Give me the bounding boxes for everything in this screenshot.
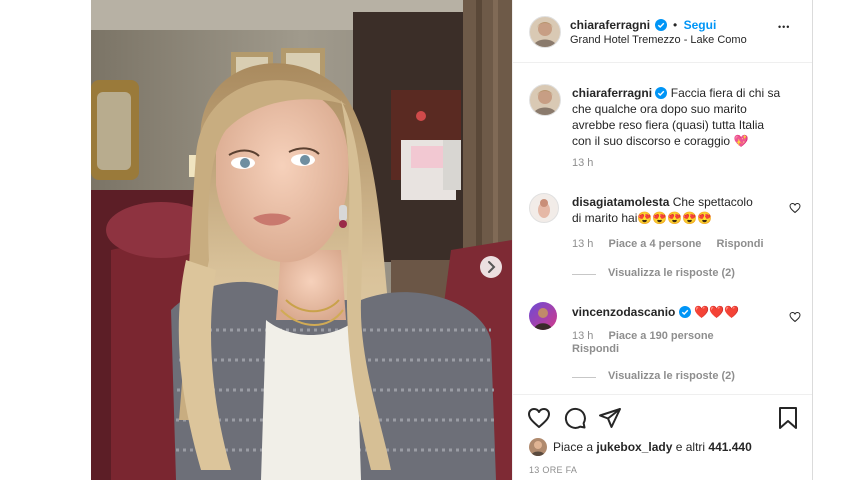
like-heart-icon[interactable]	[527, 406, 551, 430]
likes-user-link[interactable]: jukebox_lady	[596, 440, 672, 454]
likes-suffix: e altri	[672, 440, 709, 454]
verified-badge-icon	[654, 19, 667, 31]
comment-likes-link[interactable]: Piace a 4 persone	[608, 238, 701, 250]
likes-summary: Piace a jukebox_lady e altri 441.440	[553, 440, 752, 454]
comment-text-line-1: Che spettacolo	[672, 195, 753, 209]
comment-time: 13 h	[572, 330, 594, 342]
author-avatar[interactable]	[529, 16, 561, 48]
post-location[interactable]: Grand Hotel Tremezzo - Lake Como	[570, 34, 747, 46]
share-paper-plane-icon[interactable]	[598, 406, 622, 430]
replies-divider	[572, 377, 596, 378]
verified-badge-icon	[678, 306, 691, 318]
comment-like-heart-icon[interactable]	[789, 311, 801, 323]
liker-avatar[interactable]	[529, 438, 547, 456]
author-username[interactable]: chiaraferragni	[570, 18, 650, 32]
follow-button[interactable]: Segui	[684, 18, 717, 32]
comment-avatar[interactable]	[529, 193, 559, 223]
comment-username[interactable]: vincenzodascanio	[572, 305, 675, 319]
caption-line-2: che qualche ora dopo suo marito	[572, 102, 747, 116]
liker-avatar-image	[531, 441, 545, 456]
author-avatar-image	[533, 22, 557, 47]
caption-line-3: avrebbe reso fiera (quasi) tutta Italia	[572, 118, 765, 132]
caption-line-4: con il suo discorso e coraggio	[572, 134, 731, 148]
comment-text-line-1: ❤️❤️❤️	[694, 305, 739, 319]
comment-item: disagiatamolesta Che spettacolo di marit…	[572, 194, 792, 281]
view-replies-button[interactable]: Visualizza le risposte (2)	[608, 267, 735, 279]
view-replies-button[interactable]: Visualizza le risposte (2)	[608, 370, 735, 382]
replies-divider	[572, 274, 596, 275]
action-bar: Piace a jukebox_lady e altri 441.440 13 …	[513, 394, 813, 481]
modal-right-edge	[812, 0, 813, 480]
comment-time: 13 h	[572, 238, 594, 250]
comment-like-heart-icon[interactable]	[789, 202, 801, 214]
post-photo-image	[91, 0, 512, 480]
caption: chiaraferragni Faccia fiera di chi sa ch…	[572, 85, 808, 169]
save-bookmark-icon[interactable]	[777, 406, 799, 430]
comment-avatar[interactable]	[529, 302, 557, 330]
comment-username[interactable]: disagiatamolesta	[572, 195, 669, 209]
carousel-next-button[interactable]	[480, 256, 502, 278]
likes-prefix: Piace a	[553, 440, 597, 454]
caption-emoji: 💖	[733, 134, 749, 148]
separator-dot: •	[672, 18, 678, 32]
caption-avatar[interactable]	[529, 84, 561, 116]
post-photo[interactable]	[91, 0, 512, 480]
comment-likes-link[interactable]: Piace a 190 persone	[608, 330, 713, 342]
caption-avatar-image	[533, 90, 557, 115]
comment-item: vincenzodascanio ❤️❤️❤️ 13 h Piace a 190…	[572, 304, 792, 384]
comment-bubble-icon[interactable]	[563, 406, 587, 430]
verified-badge-icon	[655, 87, 668, 99]
caption-username[interactable]: chiaraferragni	[572, 86, 652, 100]
caption-line-1: Faccia fiera di chi sa	[670, 86, 781, 100]
more-options-button[interactable]: •••	[778, 22, 790, 32]
post-side-panel: chiaraferragni • Segui Grand Hotel Treme…	[512, 0, 813, 480]
post-timestamp[interactable]: 13 ORE FA	[529, 465, 577, 475]
comment-avatar-image	[538, 199, 550, 218]
post-header: chiaraferragni • Segui Grand Hotel Treme…	[513, 0, 813, 63]
likes-count-link[interactable]: 441.440	[708, 440, 751, 454]
comment-reply-button[interactable]: Rispondi	[572, 343, 792, 355]
comment-avatar-image	[534, 308, 552, 330]
caption-time: 13 h	[572, 157, 594, 169]
comment-text-line-2: di marito hai😍😍😍😍😍	[572, 211, 713, 225]
chevron-right-icon	[488, 261, 496, 273]
comment-reply-button[interactable]: Rispondi	[717, 238, 764, 250]
